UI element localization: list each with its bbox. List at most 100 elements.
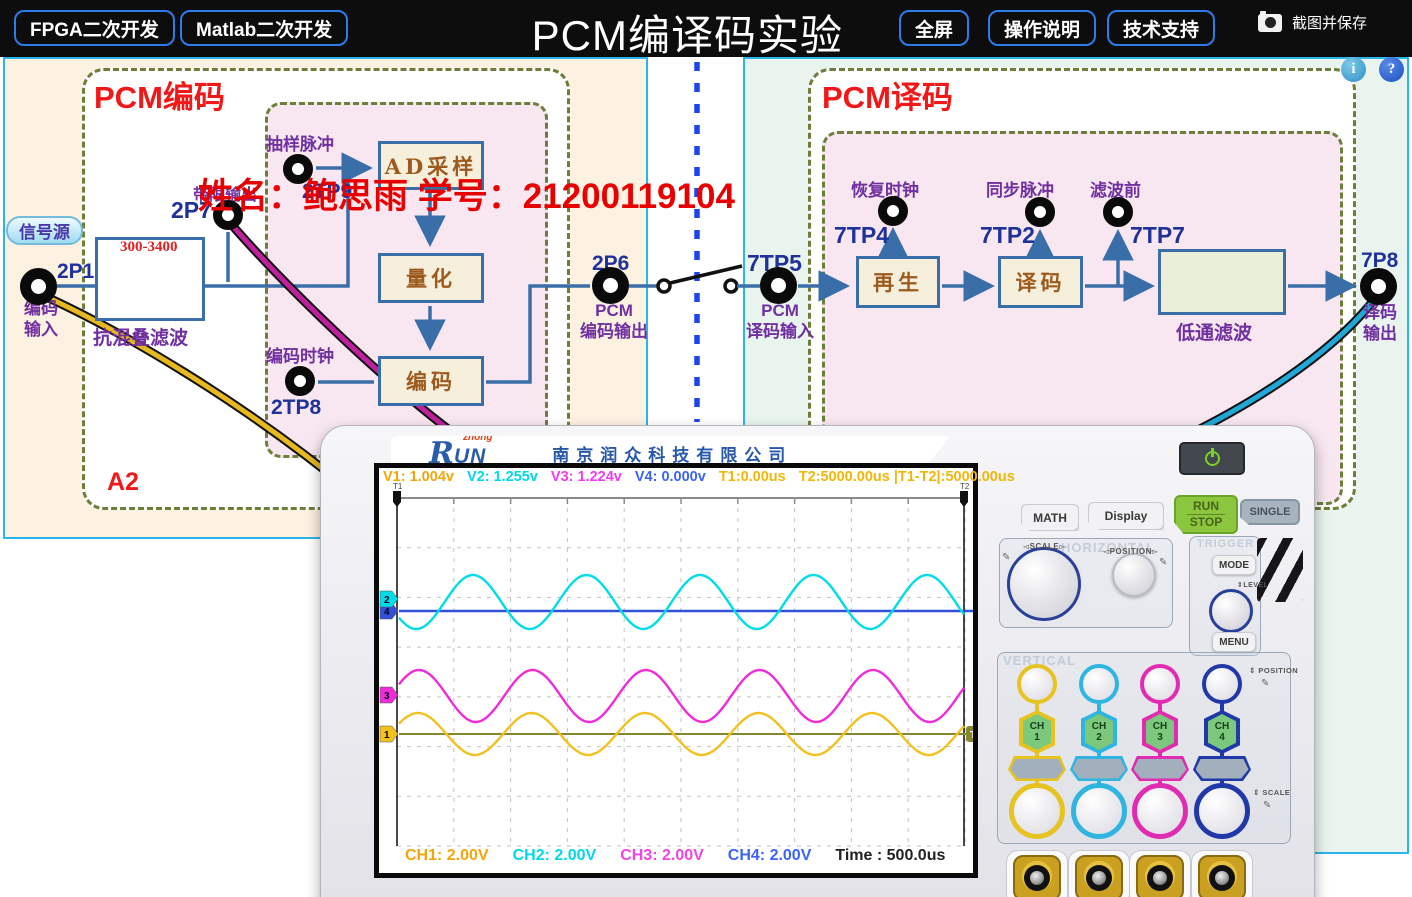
cursor-handle[interactable] [960,491,968,507]
tp-7TP4-id: 7TP4 [834,222,889,249]
pcm-experiment-app: FPGA二次开发 Matlab二次开发 PCM编译码实验 全屏 操作说明 技术支… [0,0,1412,897]
test-point-7TP5[interactable] [760,267,797,304]
trigger-menu-button[interactable]: MENU [1212,632,1256,652]
horizontal-scale-knob[interactable] [1007,547,1081,621]
svg-text:4: 4 [384,607,390,618]
single-button[interactable]: SINGLE [1240,499,1300,525]
tp-2TP8-id: 2TP8 [271,396,321,420]
ch1-scale-knob[interactable] [1009,783,1065,839]
push-icon: ✎ [1159,557,1167,568]
ch1-position-knob[interactable] [1017,664,1057,704]
display-button[interactable]: Display [1088,502,1164,530]
test-point-2P1[interactable] [20,268,57,305]
test-point-2TP8[interactable] [285,366,315,396]
channel-setting-value: CH1: 2.00V [405,847,489,865]
measurement-value: V1: 1.004v [383,469,454,485]
lowpass-filter-block [1158,249,1286,315]
vertical-scale-label: ⇕ SCALE [1253,788,1290,797]
fullscreen-button[interactable]: 全屏 [899,10,969,46]
power-button[interactable] [1179,442,1245,475]
channel-setting-value: CH3: 2.00V [620,847,704,865]
ch2-position-knob[interactable] [1079,664,1119,704]
tp-2TP9-label: 抽样脉冲 [266,130,334,155]
ch3-scale-knob[interactable] [1132,783,1188,839]
ch1-bnc-connector[interactable] [1013,855,1061,897]
trigger-level-label: ⇕LEVEL [1237,581,1268,589]
info-icon[interactable]: i [1341,57,1366,82]
ch4-trapezoid-plate [1193,756,1251,781]
decoder-title: PCM译码 [822,72,953,117]
oscilloscope: RUN zhong 南京润众科技有限公司 V1: 1.004vV2: 1.255… [320,425,1315,897]
student-info-overlay: 姓名：鲍思雨 学号：21200119104 [198,168,735,219]
tp-2TP8-label: 编码时钟 [266,342,334,367]
tp-7TP2-id: 7TP2 [980,222,1035,249]
test-point-2P6[interactable] [592,267,629,304]
measurement-row: V1: 1.004vV2: 1.255vV3: 1.224vV4: 0.000v… [383,469,971,485]
quantize-block: 量化 [378,253,484,303]
signal-source-button[interactable]: 信号源 [6,216,83,245]
svg-text:T: T [970,730,973,741]
power-icon [1205,451,1220,466]
ch3-button[interactable]: CH3 [1142,710,1178,754]
svg-text:1: 1 [384,730,390,741]
ch2-scale-knob[interactable] [1071,783,1127,839]
push-icon: ✎ [1002,552,1010,563]
test-point-7TP7[interactable] [1103,197,1133,227]
ch3-bnc-connector[interactable] [1136,855,1184,897]
tp-2P6-label: PCM编码输出 [568,300,660,342]
horizontal-position-knob[interactable] [1112,553,1156,597]
camera-icon [1258,14,1282,32]
ch4-position-knob[interactable] [1202,664,1242,704]
ch2-trapezoid-plate [1070,756,1128,781]
top-bar: FPGA二次开发 Matlab二次开发 PCM编译码实验 全屏 操作说明 技术支… [0,0,1412,57]
test-point-7TP2[interactable] [1025,197,1055,227]
screenshot-label: 截图并保存 [1292,12,1367,33]
instructions-button[interactable]: 操作说明 [988,10,1096,46]
support-button[interactable]: 技术支持 [1107,10,1215,46]
ch2-bnc-connector[interactable] [1075,855,1123,897]
ch4-scale-knob[interactable] [1194,783,1250,839]
filter-band-label: 300-3400 [120,239,178,256]
measurement-value: T1:0.00us [719,469,786,485]
horizontal-scale-label: ◅SCALE▻ [1023,542,1066,551]
ch1-trapezoid-plate [1008,756,1066,781]
matlab-dev-button[interactable]: Matlab二次开发 [180,10,348,46]
trigger-level-knob[interactable] [1209,589,1253,633]
fpga-dev-button[interactable]: FPGA二次开发 [14,10,175,46]
test-point-7P8[interactable] [1360,268,1397,305]
math-button[interactable]: MATH [1021,504,1079,531]
push-icon: ✎ [1263,800,1271,811]
ch3-position-knob[interactable] [1140,664,1180,704]
run-stop-button[interactable]: RUNSTOP [1174,495,1238,534]
ch4-button[interactable]: CH4 [1204,710,1240,754]
channel-settings-row: CH1: 2.00V CH2: 2.00V CH3: 2.00V CH4: 2.00V… [405,847,969,865]
speaker-grill-stripes [1257,538,1303,602]
measurement-value: V3: 1.224v [551,469,622,485]
measurement-value: T2:5000.00us |T1-T2|:5000.00us [799,469,1015,485]
test-point-7TP4[interactable] [878,196,908,226]
channel-setting-value: Time : 500.0us [835,847,945,865]
ch3-trapezoid-plate [1131,756,1189,781]
ch3-button-label: CH3 [1146,714,1174,750]
ch4-bnc-connector[interactable] [1198,855,1246,897]
pcm-loop-switch[interactable] [629,266,760,292]
push-icon: ✎ [1261,678,1269,689]
ch2-button-label: CH2 [1085,714,1113,750]
encoder-title: PCM编码 [94,72,225,117]
decode-block: 译码 [998,256,1083,308]
ch2-button[interactable]: CH2 [1081,710,1117,754]
company-name: 南京润众科技有限公司 [552,441,792,466]
cursor-handle[interactable] [393,491,401,507]
help-icon[interactable]: ? [1379,57,1404,82]
trigger-mode-button[interactable]: MODE [1212,555,1256,575]
ch1-button[interactable]: CH1 [1019,710,1055,754]
tp-2P1-id: 2P1 [57,260,94,284]
screenshot-save-button[interactable]: 截图并保存 [1258,12,1367,33]
channel-setting-value: CH2: 2.00V [513,847,597,865]
vertical-position-label: ⇕ POSITION [1249,666,1298,675]
antialias-filter-label: 抗混叠滤波 [93,323,188,350]
ch1-button-label: CH1 [1023,714,1051,750]
channel-setting-value: CH4: 2.00V [728,847,812,865]
page-title: PCM编译码实验 [532,2,843,63]
board-label: A2 [107,468,139,497]
